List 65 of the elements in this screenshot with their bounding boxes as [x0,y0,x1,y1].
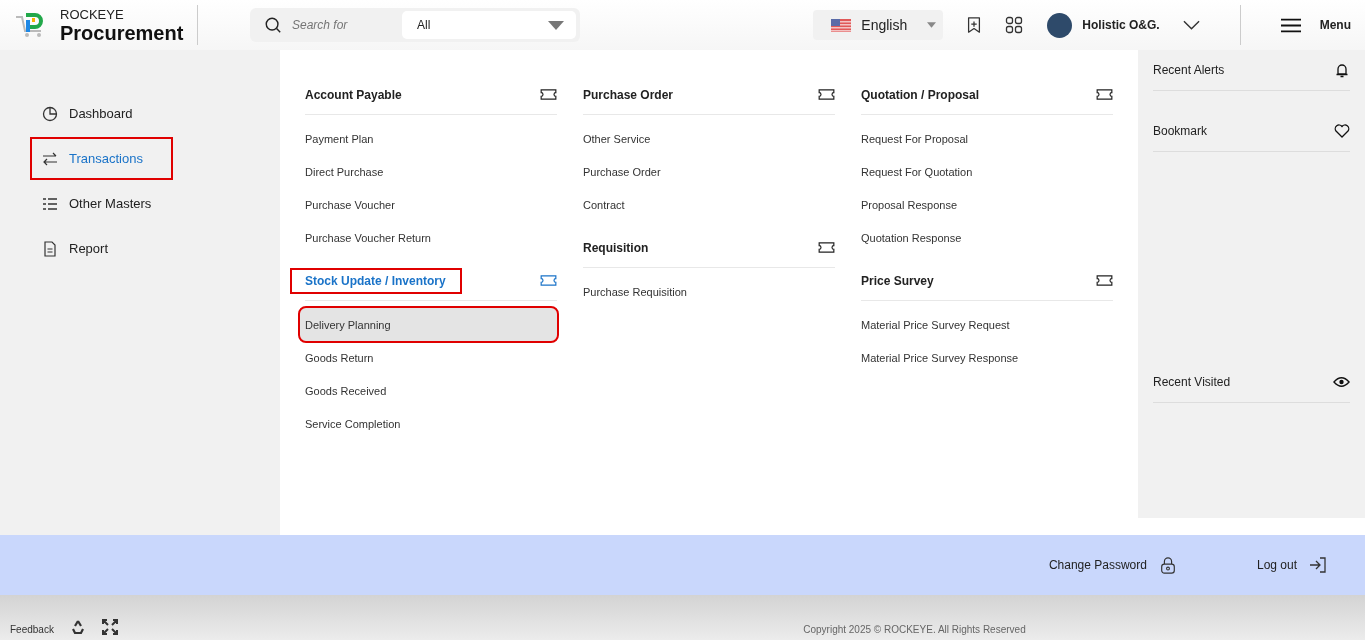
chevron-down-icon[interactable] [1182,20,1200,30]
account-link[interactable]: Log out [1256,556,1327,574]
search-icon[interactable] [264,16,282,34]
swap-arrows-icon [42,150,58,167]
section-heading[interactable]: Price Survey [846,267,950,294]
menu-item[interactable]: Material Price Survey Response [861,341,1113,374]
ticket-icon[interactable] [818,242,835,253]
menu-item[interactable]: Purchase Voucher [305,188,557,221]
ticket-icon[interactable] [540,89,557,100]
menu-item[interactable]: Material Price Survey Request [861,308,1113,341]
menu-item[interactable]: Purchase Order [583,155,835,188]
section-heading[interactable]: Purchase Order [568,81,690,108]
list-icon [42,195,58,212]
menu-item[interactable]: Contract [583,188,835,221]
ticket-icon[interactable] [1096,275,1113,286]
sidebar-item[interactable]: Dashboard [30,92,173,135]
sidebar-item[interactable]: Report [30,227,173,270]
document-icon [42,240,58,257]
menu-icon[interactable] [1280,17,1301,33]
section-heading[interactable]: Stock Update / Inventory [290,267,462,294]
pie-chart-icon [42,105,58,122]
filter-dropdown[interactable]: All [402,11,576,39]
panel-title[interactable]: Recent Visited [1153,375,1231,389]
menu-item[interactable]: Service Completion [305,407,557,440]
search-field[interactable]: Search for [290,17,394,33]
brand-subtitle: ROCKEYE [60,7,125,21]
menu-item[interactable]: Goods Received [305,374,557,407]
avatar[interactable] [1047,12,1073,38]
menu-item[interactable]: Request For Proposal [861,122,1113,155]
menu-item[interactable]: Delivery Planning [300,308,557,341]
menu-item[interactable]: Payment Plan [305,122,557,155]
eye-icon[interactable] [1333,376,1350,388]
sidebar-item[interactable]: Other Masters [30,182,173,225]
caret-icon [927,22,937,28]
menu-item[interactable]: Other Service [583,122,835,155]
brand-title: Procurement [60,22,184,43]
menu-item[interactable]: Direct Purchase [305,155,557,188]
apps-grid-icon[interactable] [1005,16,1024,34]
feedback-link[interactable]: Feedback [10,624,54,635]
menu-label[interactable]: Menu [1319,18,1351,32]
menu-item[interactable]: Quotation Response [861,221,1113,254]
language-dropdown[interactable]: English [813,10,944,40]
ticket-icon[interactable] [1096,89,1113,100]
fullscreen-icon[interactable] [101,619,118,635]
flag-icon [831,18,852,32]
section-heading[interactable]: Account Payable [290,81,418,108]
menu-item[interactable]: Proposal Response [861,188,1113,221]
account-link[interactable]: Change Password [1048,556,1177,574]
ticket-icon[interactable] [818,89,835,100]
menu-item[interactable]: Purchase Requisition [583,275,835,308]
menu-item[interactable]: Request For Quotation [861,155,1113,188]
heart-icon[interactable] [1334,123,1350,139]
panel-title[interactable]: Recent Alerts [1153,63,1225,77]
lock-icon [1158,556,1177,574]
section-heading[interactable]: Quotation / Proposal [846,81,995,108]
user-name[interactable]: Holistic O&G. [1082,18,1160,32]
sidebar-item[interactable]: Transactions [30,137,173,180]
caret-icon [548,20,564,30]
bell-icon[interactable] [1334,62,1350,78]
copyright-text: Copyright 2025 © ROCKEYE. All Rights Reserved [803,624,1026,635]
logout-icon [1309,556,1327,574]
menu-item[interactable]: Goods Return [305,341,557,374]
panel-title[interactable]: Bookmark [1153,124,1208,138]
section-heading[interactable]: Requisition [568,234,665,261]
menu-item[interactable]: Purchase Voucher Return [305,221,557,254]
